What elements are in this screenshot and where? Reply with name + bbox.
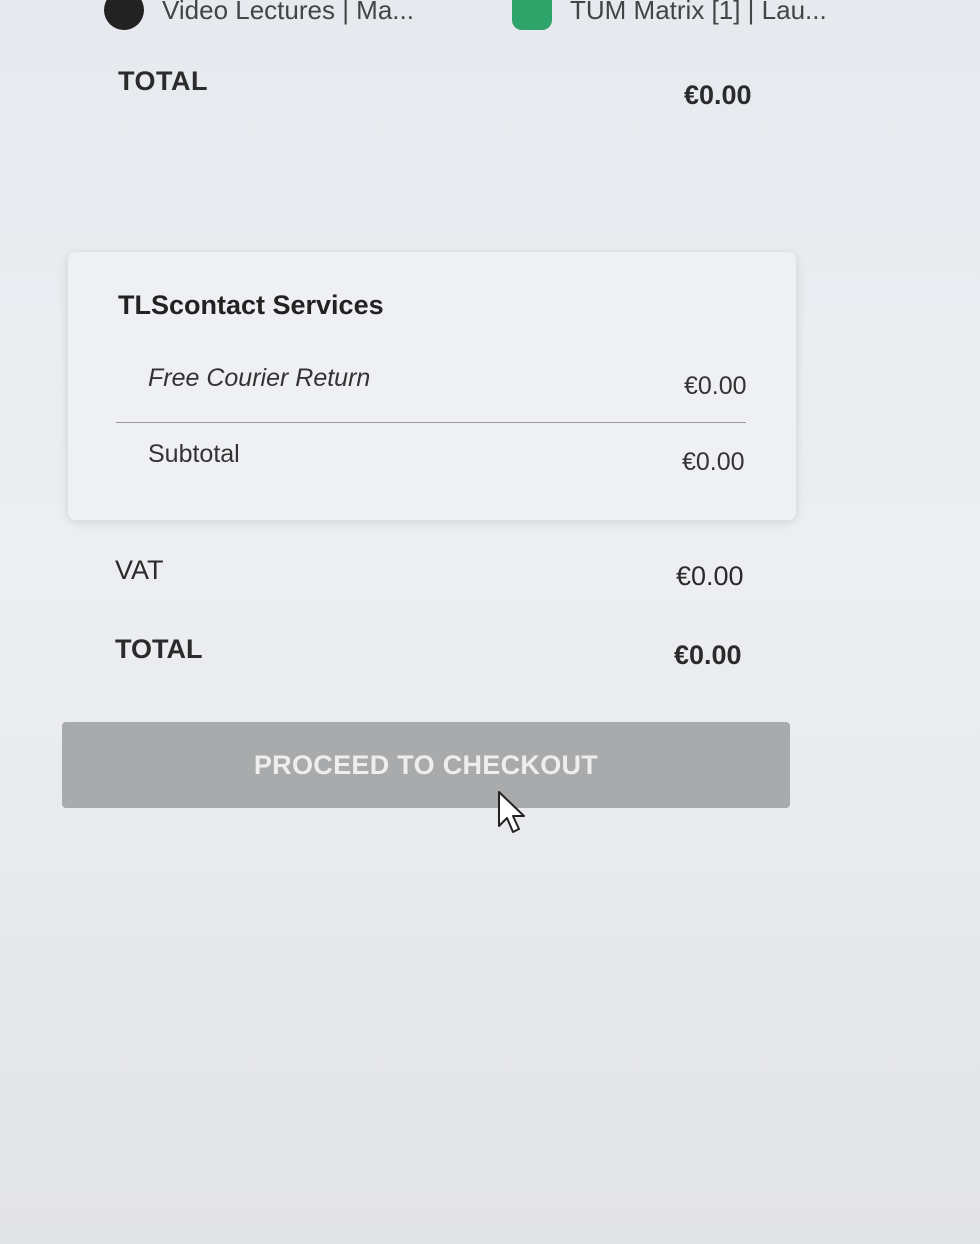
total-label: TOTAL (115, 634, 203, 664)
service-item-value: €0.00 (684, 372, 747, 400)
mouse-pointer-icon (498, 791, 525, 833)
services-card: TLScontact Services Free Courier Return … (68, 252, 796, 520)
bookmarks-bar: Video Lectures | Ma... TUM Matrix [1] | … (0, 0, 980, 32)
service-item-label: Free Courier Return (148, 364, 371, 392)
bookmark-label: TUM Matrix [1] | Lau... (570, 0, 827, 25)
matrix-chat-icon (512, 0, 552, 30)
card-divider (116, 422, 746, 423)
vat-label: VAT (115, 555, 164, 585)
subtotal-label: Subtotal (148, 440, 240, 468)
subtotal-value: €0.00 (682, 448, 745, 476)
bookmark-video-lectures[interactable]: Video Lectures | Ma... (104, 0, 414, 30)
total-label-top: TOTAL (118, 66, 208, 96)
proceed-to-checkout-button[interactable]: PROCEED TO CHECKOUT (62, 722, 790, 808)
bookmark-label: Video Lectures | Ma... (162, 0, 414, 25)
total-value-top: €0.00 (684, 80, 752, 110)
services-card-title: TLScontact Services (118, 290, 384, 320)
vat-value: €0.00 (676, 561, 744, 591)
bookmark-tum-matrix[interactable]: TUM Matrix [1] | Lau... (512, 0, 827, 30)
lecture-site-icon (104, 0, 144, 30)
total-value: €0.00 (674, 640, 742, 670)
